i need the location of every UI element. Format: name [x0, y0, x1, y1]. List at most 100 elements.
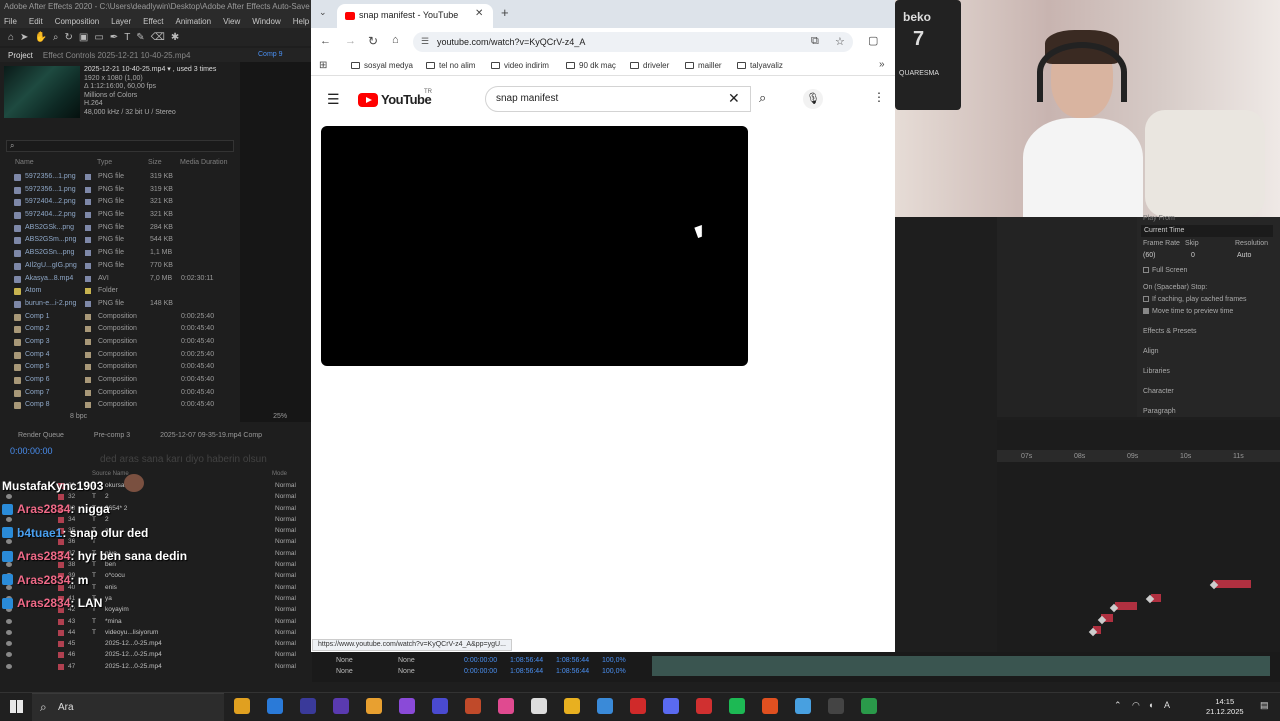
label-color-swatch[interactable]: [58, 652, 64, 659]
cached-checkbox[interactable]: If caching, play cached frames: [1143, 296, 1247, 303]
hand-tool-icon[interactable]: ✋: [34, 32, 46, 43]
layer-row[interactable]: 47 2025-12...0-25.mp4 Normal: [0, 661, 310, 672]
search-button[interactable]: ⌕: [751, 86, 783, 112]
menu-animation[interactable]: Animation: [175, 17, 211, 26]
tab-pre-comp-3[interactable]: Pre-comp 3: [94, 432, 130, 439]
resolution-select[interactable]: Auto: [1237, 252, 1251, 259]
eraser-tool-icon[interactable]: ⌫: [151, 32, 165, 43]
home-icon[interactable]: ⌂: [8, 32, 14, 43]
site-info-icon[interactable]: ☰: [421, 36, 429, 47]
taskbar-app-icon[interactable]: [564, 698, 580, 714]
taskbar-app-icon[interactable]: [399, 698, 415, 714]
layer-property-row[interactable]: None None 0:00:00:00 1:08:56:44 1:08:56:44 10…: [312, 667, 652, 678]
extensions-icon[interactable]: ▢: [868, 34, 878, 47]
new-tab-icon[interactable]: +: [501, 5, 509, 20]
zoom-label[interactable]: 25%: [273, 413, 287, 420]
move-time-checkbox[interactable]: Move time to preview time: [1143, 308, 1233, 315]
eye-icon[interactable]: [6, 618, 12, 624]
brush-tool-icon[interactable]: ✎: [136, 32, 144, 43]
project-item[interactable]: Akasya...8.mp4 AVI 7,0 MB 0:02:30:11: [0, 273, 240, 286]
chevron-down-icon[interactable]: ⌄: [319, 7, 327, 18]
eye-icon[interactable]: [6, 652, 12, 658]
taskbar-app-icon[interactable]: [696, 698, 712, 714]
label-color-swatch[interactable]: [85, 174, 91, 180]
bookmark-folder[interactable]: mailler: [685, 61, 722, 70]
language-icon[interactable]: A: [1164, 700, 1170, 710]
layer-mode[interactable]: Normal: [275, 651, 296, 658]
project-item[interactable]: 5972404...2.png PNG file 321 KB: [0, 209, 240, 222]
label-color-swatch[interactable]: [58, 641, 64, 648]
notifications-icon[interactable]: ▤: [1260, 700, 1269, 711]
label-color-swatch[interactable]: [58, 629, 64, 636]
label-color-swatch[interactable]: [85, 326, 91, 333]
tab-render-queue[interactable]: Render Queue: [18, 432, 64, 439]
layer-mode[interactable]: Normal: [275, 640, 296, 647]
menu-file[interactable]: File: [4, 17, 17, 26]
full-screen-checkbox[interactable]: Full Screen: [1143, 267, 1187, 274]
tab-comp-mp4[interactable]: 2025-12-07 09-35-19.mp4 Comp: [160, 432, 262, 439]
property-link[interactable]: None: [398, 657, 415, 664]
layer-row[interactable]: 44 Tvideoyu...lisiyorum Normal: [0, 627, 310, 638]
reload-icon[interactable]: ↻: [368, 34, 378, 48]
eye-icon[interactable]: [6, 663, 12, 669]
layer-property-row[interactable]: None None 0:00:00:00 1:08:56:44 1:08:56:44 10…: [312, 656, 652, 667]
taskbar-app-icon[interactable]: [861, 698, 877, 714]
taskbar-app-icon[interactable]: [828, 698, 844, 714]
project-item[interactable]: AIl2gU...gIG.png PNG file 770 KB: [0, 260, 240, 273]
taskbar-app-icon[interactable]: [630, 698, 646, 714]
taskbar-app-icon[interactable]: [498, 698, 514, 714]
layer-mode[interactable]: Normal: [275, 618, 296, 625]
youtube-logo[interactable]: YouTube TR: [358, 89, 432, 108]
label-color-swatch[interactable]: [85, 364, 91, 371]
taskbar-app-icon[interactable]: [795, 698, 811, 714]
label-color-swatch[interactable]: [85, 402, 91, 409]
bookmark-star-icon[interactable]: ☆: [835, 35, 845, 48]
label-color-swatch[interactable]: [85, 262, 91, 269]
menu-edit[interactable]: Edit: [29, 17, 43, 26]
browser-tab[interactable]: snap manifest - YouTube ✕: [337, 4, 493, 28]
type-tool-icon[interactable]: T: [124, 32, 130, 43]
menu-effect[interactable]: Effect: [143, 17, 163, 26]
project-item[interactable]: Comp 1 Composition 0:00:25:40: [0, 311, 240, 324]
close-icon[interactable]: ✕: [475, 8, 483, 19]
volume-icon[interactable]: ◖: [1148, 700, 1153, 710]
taskbar-app-icon[interactable]: [432, 698, 448, 714]
chevron-right-icon[interactable]: »: [879, 59, 885, 70]
layer-row[interactable]: 45 2025-12...0-25.mp4 Normal: [0, 638, 310, 649]
label-color-swatch[interactable]: [85, 288, 91, 295]
tab-effect-controls[interactable]: Effect Controls 2025-12-21 10-40-25.mp4: [43, 51, 191, 60]
rect-tool-icon[interactable]: ▭: [94, 32, 103, 43]
label-color-swatch[interactable]: [85, 212, 91, 219]
selection-tool-icon[interactable]: ➤: [20, 32, 28, 43]
taskbar-app-icon[interactable]: [234, 698, 250, 714]
taskbar-app-icon[interactable]: [762, 698, 778, 714]
menu-view[interactable]: View: [223, 17, 240, 26]
bookmark-folder[interactable]: talyavaliz: [737, 61, 783, 70]
bookmark-folder[interactable]: sosyal medya: [351, 61, 413, 70]
more-options-icon[interactable]: ⋮: [873, 90, 885, 104]
project-item[interactable]: ABS2GSm...png PNG file 544 KB: [0, 234, 240, 247]
eye-icon[interactable]: [6, 629, 12, 635]
label-color-swatch[interactable]: [58, 618, 64, 625]
taskbar-app-icon[interactable]: [267, 698, 283, 714]
project-item[interactable]: 5972404...2.png PNG file 321 KB: [0, 196, 240, 209]
puppet-tool-icon[interactable]: ✱: [171, 32, 179, 43]
address-bar[interactable]: ☰ youtube.com/watch?v=KyQCrV-z4_A ⧉ ☆: [413, 32, 853, 52]
youtube-search-input[interactable]: snap manifest ✕: [485, 86, 751, 112]
layer-row[interactable]: 46 2025-12...0-25.mp4 Normal: [0, 649, 310, 660]
col-size[interactable]: Size: [148, 159, 162, 166]
panel-character[interactable]: Character: [1143, 388, 1174, 395]
taskbar-search[interactable]: ⌕ Ara: [32, 693, 224, 721]
composition-viewer[interactable]: [240, 62, 311, 422]
property-parent[interactable]: None: [336, 657, 353, 664]
taskbar-app-icon[interactable]: [465, 698, 481, 714]
hamburger-menu-icon[interactable]: ☰: [327, 91, 340, 108]
video-player[interactable]: [321, 126, 748, 366]
project-item[interactable]: Comp 2 Composition 0:00:45:40: [0, 323, 240, 336]
col-name[interactable]: Name: [15, 159, 34, 166]
label-color-swatch[interactable]: [85, 313, 91, 320]
label-color-swatch[interactable]: [85, 250, 91, 257]
taskbar-app-icon[interactable]: [597, 698, 613, 714]
play-from-select[interactable]: Current Time: [1141, 225, 1273, 237]
install-app-icon[interactable]: ⧉: [811, 35, 819, 48]
